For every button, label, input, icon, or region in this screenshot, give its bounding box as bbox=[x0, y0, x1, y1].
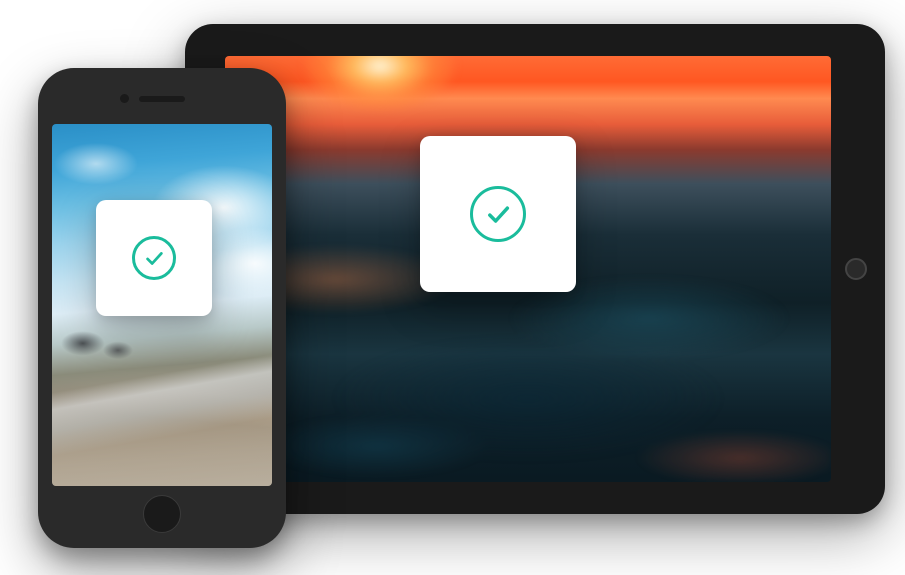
phone-home-button[interactable] bbox=[143, 495, 181, 533]
checkmark-circle-icon bbox=[470, 186, 526, 242]
phone-speaker bbox=[139, 96, 185, 102]
checkmark-icon bbox=[484, 200, 512, 228]
checkmark-icon bbox=[143, 247, 165, 269]
phone-status-card bbox=[96, 200, 212, 316]
tablet-home-button[interactable] bbox=[845, 258, 867, 280]
checkmark-circle-icon bbox=[132, 236, 176, 280]
tablet-status-card bbox=[420, 136, 576, 292]
phone-camera bbox=[120, 94, 129, 103]
